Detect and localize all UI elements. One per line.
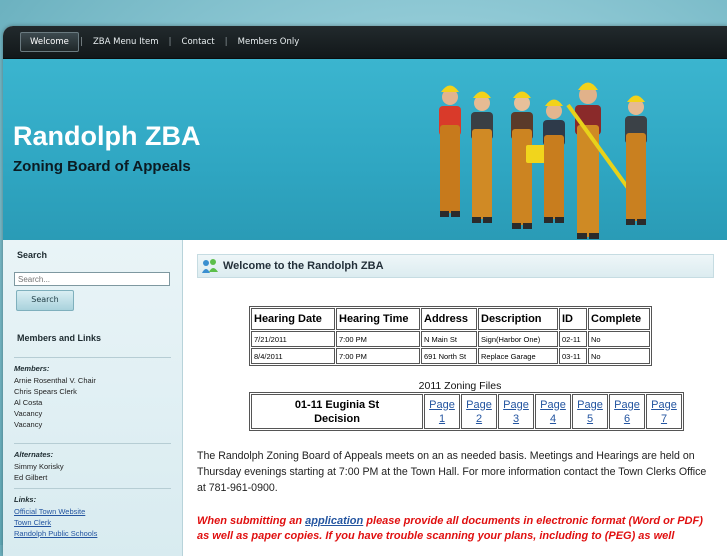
top-nav: Welcome | ZBA Menu Item | Contact | Memb… <box>3 26 727 59</box>
link-randolph-public-schools[interactable]: Randolph Public Schools <box>14 529 182 538</box>
worker-figure <box>566 82 635 239</box>
site-subtitle: Zoning Board of Appeals <box>13 158 191 175</box>
table-cell: No <box>588 348 650 364</box>
table-cell: 7/21/2011 <box>251 331 335 347</box>
search-input[interactable] <box>14 272 170 286</box>
search-button[interactable]: Search <box>16 290 74 311</box>
page-cell: Page 4 <box>535 394 571 429</box>
alternate-item: Ed Gilbert <box>14 473 48 482</box>
table-cell: 691 North St <box>421 348 477 364</box>
nav-item-contact[interactable]: Contact <box>173 33 224 51</box>
member-item: Vacancy <box>14 409 43 418</box>
page-cell: Page 6 <box>609 394 645 429</box>
table-cell: N Main St <box>421 331 477 347</box>
main-content: Welcome to the Randolph ZBA Hearing Date… <box>183 240 727 556</box>
worker-figure <box>471 91 493 223</box>
table-cell: 7:00 PM <box>336 331 420 347</box>
alternates-heading: Alternates: <box>14 450 54 459</box>
zoning-files-caption: 2011 Zoning Files <box>418 380 502 392</box>
table-cell: Replace Garage <box>478 348 558 364</box>
page-frame: Welcome | ZBA Menu Item | Contact | Memb… <box>3 26 727 556</box>
table-row: 7/21/2011 7:00 PM N Main St Sign(Harbor … <box>251 331 650 347</box>
table-cell: 03-11 <box>559 348 587 364</box>
site-title: Randolph ZBA <box>13 121 201 151</box>
page-cell: Page 1 <box>424 394 460 429</box>
zoning-files-table: 01-11 Euginia St Decision Page 1 Page 2 Pa… <box>249 392 684 431</box>
site-header: Randolph ZBA Zoning Board of Appeals <box>3 59 727 240</box>
worker-figure <box>439 85 461 217</box>
file-type: Decision <box>314 412 360 425</box>
column-header: Complete <box>588 308 650 330</box>
members-links-heading: Members and Links <box>17 333 102 343</box>
table-cell: 02-11 <box>559 331 587 347</box>
hearings-table: Hearing Date Hearing Time Address Descri… <box>249 306 652 366</box>
intro-paragraph: The Randolph Zoning Board of Appeals mee… <box>197 450 707 494</box>
file-name-cell: 01-11 Euginia St Decision <box>251 394 423 429</box>
column-header: ID <box>559 308 587 330</box>
alternate-item: Simmy Korisky <box>14 462 64 471</box>
page-link-6[interactable]: Page 6 <box>614 399 640 425</box>
worker-figure <box>543 99 565 223</box>
nav-item-members-only[interactable]: Members Only <box>229 33 309 51</box>
submission-notice: When submitting an application please pr… <box>197 515 703 542</box>
link-official-town-website[interactable]: Official Town Website <box>14 507 182 516</box>
table-cell: 8/4/2011 <box>251 348 335 364</box>
people-icon <box>202 259 218 273</box>
welcome-bar: Welcome to the Randolph ZBA <box>197 254 714 278</box>
sidebar: Search Search Members and Links Members:… <box>3 240 183 556</box>
column-header: Hearing Date <box>251 308 335 330</box>
page-link-3[interactable]: Page 3 <box>503 399 529 425</box>
table-row: 8/4/2011 7:00 PM 691 North St Replace Ga… <box>251 348 650 364</box>
page-cell: Page 2 <box>461 394 497 429</box>
column-header: Hearing Time <box>336 308 420 330</box>
member-item: Al Costa <box>14 398 43 407</box>
links-heading: Links: <box>14 495 37 504</box>
nav-item-zba-menu[interactable]: ZBA Menu Item <box>84 33 168 51</box>
page-cell: Page 7 <box>646 394 682 429</box>
page-link-7[interactable]: Page 7 <box>651 399 677 425</box>
page-cell: Page 3 <box>498 394 534 429</box>
member-item: Vacancy <box>14 420 43 429</box>
table-row: 01-11 Euginia St Decision Page 1 Page 2 Pa… <box>251 394 682 429</box>
application-link[interactable]: application <box>305 515 363 527</box>
table-cell: Sign(Harbor One) <box>478 331 558 347</box>
page-cell: Page 5 <box>572 394 608 429</box>
table-cell: 7:00 PM <box>336 348 420 364</box>
welcome-title: Welcome to the Randolph ZBA <box>223 260 384 272</box>
member-item: Chris Spears Clerk <box>14 387 77 396</box>
members-heading: Members: <box>14 364 50 373</box>
member-item: Arnie Rosenthal V. Chair <box>14 376 96 385</box>
table-cell: No <box>588 331 650 347</box>
divider <box>14 357 171 358</box>
content-area: Search Search Members and Links Members:… <box>3 240 727 556</box>
link-town-clerk[interactable]: Town Clerk <box>14 518 182 527</box>
page-link-2[interactable]: Page 2 <box>466 399 492 425</box>
page-link-4[interactable]: Page 4 <box>540 399 566 425</box>
column-header: Description <box>478 308 558 330</box>
page-link-5[interactable]: Page 5 <box>577 399 603 425</box>
workers-illustration <box>439 82 647 239</box>
page-link-1[interactable]: Page 1 <box>429 399 455 425</box>
worker-figure <box>625 95 647 225</box>
divider <box>14 488 171 489</box>
file-name: 01-11 Euginia St <box>294 398 380 411</box>
search-heading: Search <box>17 250 48 260</box>
table-header-row: Hearing Date Hearing Time Address Descri… <box>251 308 650 330</box>
column-header: Address <box>421 308 477 330</box>
nav-item-welcome[interactable]: Welcome <box>20 32 79 52</box>
divider <box>14 443 171 444</box>
